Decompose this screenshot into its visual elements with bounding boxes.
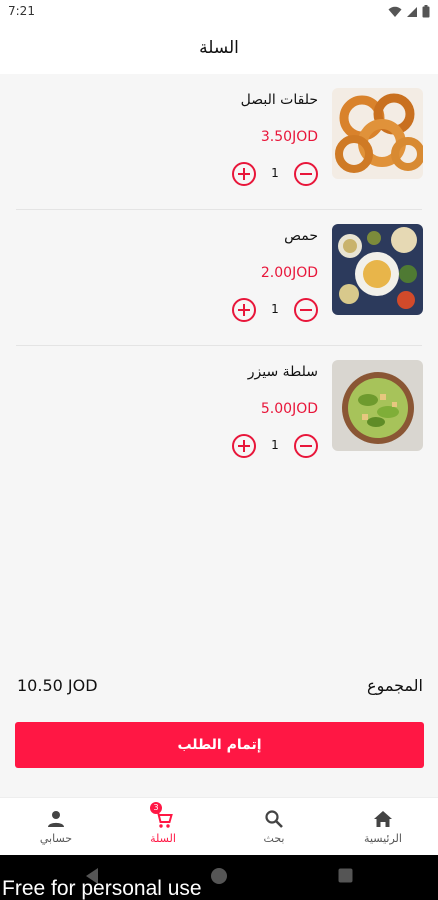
page-title: السلة (199, 38, 239, 58)
cart-item: حلقات البصل 3.50JOD 1 (0, 74, 438, 210)
plus-icon[interactable] (232, 434, 256, 458)
total-value: 10.50 JOD (17, 676, 98, 695)
nav-item-search[interactable]: بحث (229, 808, 319, 845)
nav-label: الرئيسية (364, 832, 402, 845)
cart-icon: 3 (150, 802, 174, 830)
minus-icon[interactable] (294, 162, 318, 186)
item-name: حمص (284, 228, 318, 244)
home-icon (372, 808, 394, 830)
app-bar: السلة (0, 24, 438, 74)
item-price: 2.00JOD (260, 265, 318, 281)
cart-badge: 3 (150, 802, 162, 814)
home-circle-icon[interactable] (210, 867, 228, 885)
item-name: سلطة سيزر (247, 364, 318, 380)
minus-icon[interactable] (294, 298, 318, 322)
quantity-value: 1 (271, 302, 279, 316)
cart-list: حلقات البصل 3.50JOD 1 حمص 2.00JOD 1 سلطة… (0, 74, 438, 482)
cart-item: سلطة سيزر 5.00JOD 1 (0, 346, 438, 482)
onion-rings-image (332, 88, 423, 179)
battery-icon (422, 5, 430, 18)
plus-icon[interactable] (232, 162, 256, 186)
item-name: حلقات البصل (240, 92, 318, 108)
bottom-nav: الرئيسية بحث 3 السلة حسابي (0, 797, 438, 855)
total-label: المجموع (367, 676, 423, 695)
nav-item-cart[interactable]: 3 السلة (118, 802, 208, 845)
wifi-icon (388, 6, 402, 17)
caesar-salad-image (332, 360, 423, 451)
status-bar: 7:21 (0, 0, 438, 24)
search-icon (263, 808, 285, 830)
signal-icon (407, 6, 417, 17)
nav-label: السلة (150, 832, 176, 845)
quantity-stepper: 1 (232, 298, 318, 322)
item-price: 5.00JOD (260, 401, 318, 417)
item-price: 3.50JOD (260, 129, 318, 145)
recents-icon[interactable] (338, 868, 353, 883)
person-icon (45, 808, 67, 830)
quantity-value: 1 (271, 438, 279, 452)
cart-item: حمص 2.00JOD 1 (0, 210, 438, 346)
watermark-text: Free for personal use (2, 877, 202, 900)
nav-item-home[interactable]: الرئيسية (338, 808, 428, 845)
minus-icon[interactable] (294, 434, 318, 458)
status-time: 7:21 (8, 4, 35, 18)
plus-icon[interactable] (232, 298, 256, 322)
checkout-button[interactable]: إتمام الطلب (15, 722, 424, 768)
quantity-stepper: 1 (232, 434, 318, 458)
quantity-value: 1 (271, 166, 279, 180)
hummus-image (332, 224, 423, 315)
status-icons (388, 5, 430, 18)
nav-item-account[interactable]: حسابي (11, 808, 101, 845)
nav-label: حسابي (39, 832, 73, 845)
nav-label: بحث (263, 832, 285, 845)
quantity-stepper: 1 (232, 162, 318, 186)
